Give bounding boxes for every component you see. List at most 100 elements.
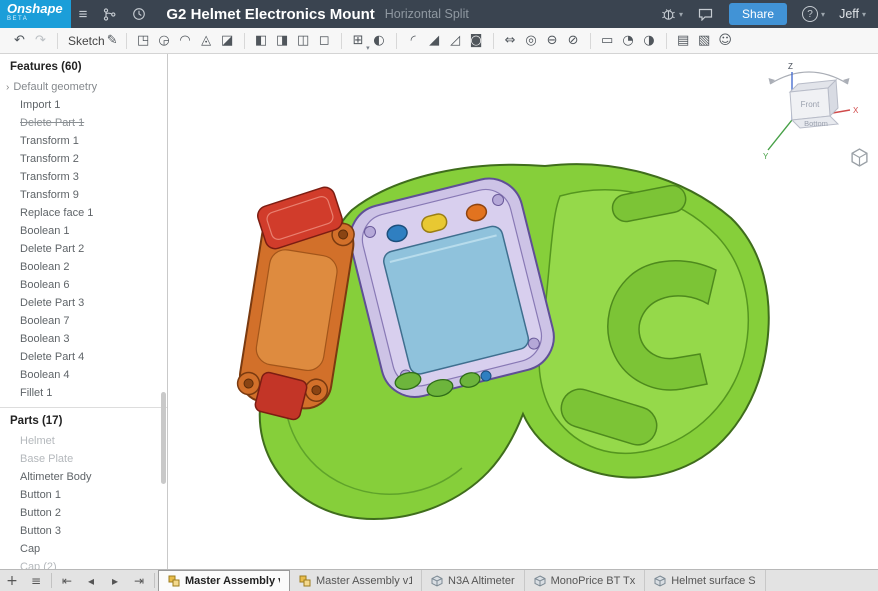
feature-item-label: Transform 3 (20, 171, 79, 183)
prev-tab-button[interactable]: ◂ (79, 570, 103, 591)
feature-item[interactable]: Delete Part 1 (0, 114, 167, 132)
split-icon[interactable]: ◻ (314, 29, 335, 53)
revolve-icon[interactable]: ◶ (154, 29, 175, 53)
view-cube[interactable]: Front Bottom Z X Y (754, 58, 864, 168)
cube-bottom-label[interactable]: Bottom (804, 119, 828, 128)
thicken-icon[interactable]: ◪ (217, 29, 238, 53)
redo-icon[interactable]: ↷ (30, 29, 51, 53)
add-tab-button[interactable]: + (0, 570, 24, 591)
y-axis (768, 120, 792, 150)
first-tab-button[interactable]: ⇤ (55, 570, 79, 591)
offset-surface-icon[interactable]: ◎ (521, 29, 542, 53)
feature-item-label: Boolean 7 (20, 315, 70, 327)
feature-item[interactable]: Fillet 1 (0, 384, 167, 402)
document-tab[interactable]: Helmet surface S (645, 570, 765, 591)
main-menu-icon[interactable]: ≡ (79, 7, 88, 22)
feature-item[interactable]: Boolean 6 (0, 276, 167, 294)
panel-scrollbar-thumb[interactable] (161, 392, 166, 484)
document-tab[interactable]: N3A Altimeter (422, 570, 525, 591)
help-icon: ? (802, 6, 818, 22)
linear-pattern-icon[interactable]: ⊞▾ (348, 29, 369, 53)
appearance-icon[interactable]: ▧ (694, 29, 715, 53)
statusbar-separator (154, 573, 155, 588)
boolean-union-icon[interactable]: ◧ (251, 29, 272, 53)
part-item[interactable]: Cap (2) (0, 558, 167, 569)
sketch-button[interactable]: Sketch (68, 34, 105, 48)
feature-item[interactable]: Boolean 4 (0, 366, 167, 384)
sweep-icon[interactable]: ◠ (175, 29, 196, 53)
feature-item[interactable]: Delete Part 2 (0, 240, 167, 258)
delete-face-icon[interactable]: ⊖ (542, 29, 563, 53)
sketch-pencil-icon[interactable]: ✎ (107, 33, 118, 48)
chamfer-icon[interactable]: ◢ (424, 29, 445, 53)
next-tab-button[interactable]: ▸ (103, 570, 127, 591)
tab-list-button[interactable]: ≡ (24, 570, 48, 591)
mass-properties-icon[interactable]: ◔ (618, 29, 639, 53)
toolbar-separator (126, 33, 127, 49)
feature-item[interactable]: Transform 2 (0, 150, 167, 168)
feature-item-label: Boolean 2 (20, 261, 70, 273)
cube-front-label[interactable]: Front (801, 100, 820, 109)
part-item-label: Helmet (20, 435, 55, 447)
document-tab[interactable]: Master Assembly v11 (158, 570, 290, 591)
boolean-intersect-icon[interactable]: ◫ (293, 29, 314, 53)
report-bug-menu[interactable]: ▾ (661, 8, 683, 21)
feature-item[interactable]: Import 1 (0, 96, 167, 114)
user-menu[interactable]: Jeff ▾ (839, 7, 866, 21)
help-menu[interactable]: ? ▾ (802, 6, 825, 22)
feature-item[interactable]: ›Default geometry (0, 78, 167, 96)
section-view-icon[interactable]: ◑ (639, 29, 660, 53)
feature-item-label: Import 1 (20, 99, 60, 111)
measure-icon[interactable]: ▭ (597, 29, 618, 53)
feature-item[interactable]: Delete Part 3 (0, 294, 167, 312)
assembly-tab-icon (168, 575, 180, 587)
last-tab-button[interactable]: ⇥ (127, 570, 151, 591)
move-face-icon[interactable]: ⇔ (500, 29, 521, 53)
parts-header[interactable]: Parts (17) (0, 407, 167, 432)
feature-item[interactable]: Replace face 1 (0, 204, 167, 222)
mirror-icon[interactable]: ◐ (369, 29, 390, 53)
document-tab[interactable]: Master Assembly v10 (290, 570, 422, 591)
toolbar-separator (590, 33, 591, 49)
feature-item[interactable]: Delete Part 4 (0, 348, 167, 366)
part-item[interactable]: Button 1 (0, 486, 167, 504)
document-tabs: Master Assembly v11 Master Assembly v10 N3… (158, 570, 878, 591)
part-item[interactable]: Button 3 (0, 522, 167, 540)
part-item[interactable]: Base Plate (0, 450, 167, 468)
part-item[interactable]: Helmet (0, 432, 167, 450)
part-item[interactable]: Button 2 (0, 504, 167, 522)
feature-item[interactable]: Boolean 7 (0, 312, 167, 330)
expand-arrow-icon[interactable]: › (6, 82, 9, 93)
feature-item[interactable]: Transform 9 (0, 186, 167, 204)
tab-label: Master Assembly v10 (316, 575, 412, 587)
connector-4[interactable] (481, 371, 491, 381)
viewport-canvas[interactable]: Front Bottom Z X Y (168, 54, 878, 569)
loft-icon[interactable]: ◬ (196, 29, 217, 53)
x-axis-label: X (853, 106, 859, 115)
part-item[interactable]: Cap (0, 540, 167, 558)
versions-branch-icon[interactable] (103, 8, 116, 21)
history-icon[interactable] (132, 7, 146, 21)
document-tab[interactable]: MonoPrice BT Tx (525, 570, 646, 591)
feature-item[interactable]: Boolean 3 (0, 330, 167, 348)
view-modes-icon[interactable] (850, 148, 869, 167)
feature-item[interactable]: Boolean 1 (0, 222, 167, 240)
replace-face-icon[interactable]: ⊘ (563, 29, 584, 53)
statusbar: + ≡ ⇤◂▸⇥ Master Assembly v11Master Assem… (0, 569, 878, 591)
feature-item[interactable]: Boolean 2 (0, 258, 167, 276)
comments-icon[interactable] (698, 8, 713, 21)
features-header[interactable]: Features (60) (0, 54, 167, 78)
extrude-icon[interactable]: ◳ (133, 29, 154, 53)
share-button[interactable]: Share (729, 3, 787, 25)
onshape-logo[interactable]: Onshape BETA (0, 0, 71, 28)
feature-item[interactable]: Transform 3 (0, 168, 167, 186)
shell-icon[interactable]: ◙ (466, 29, 487, 53)
fillet-icon[interactable]: ◜ (403, 29, 424, 53)
boolean-subtract-icon[interactable]: ◨ (272, 29, 293, 53)
undo-icon[interactable]: ↶ (9, 29, 30, 53)
named-views-icon[interactable]: ▤ (673, 29, 694, 53)
part-item[interactable]: Altimeter Body (0, 468, 167, 486)
feature-item[interactable]: Transform 1 (0, 132, 167, 150)
draft-icon[interactable]: ◿ (445, 29, 466, 53)
featurescript-icon[interactable]: ☺ (715, 29, 736, 53)
